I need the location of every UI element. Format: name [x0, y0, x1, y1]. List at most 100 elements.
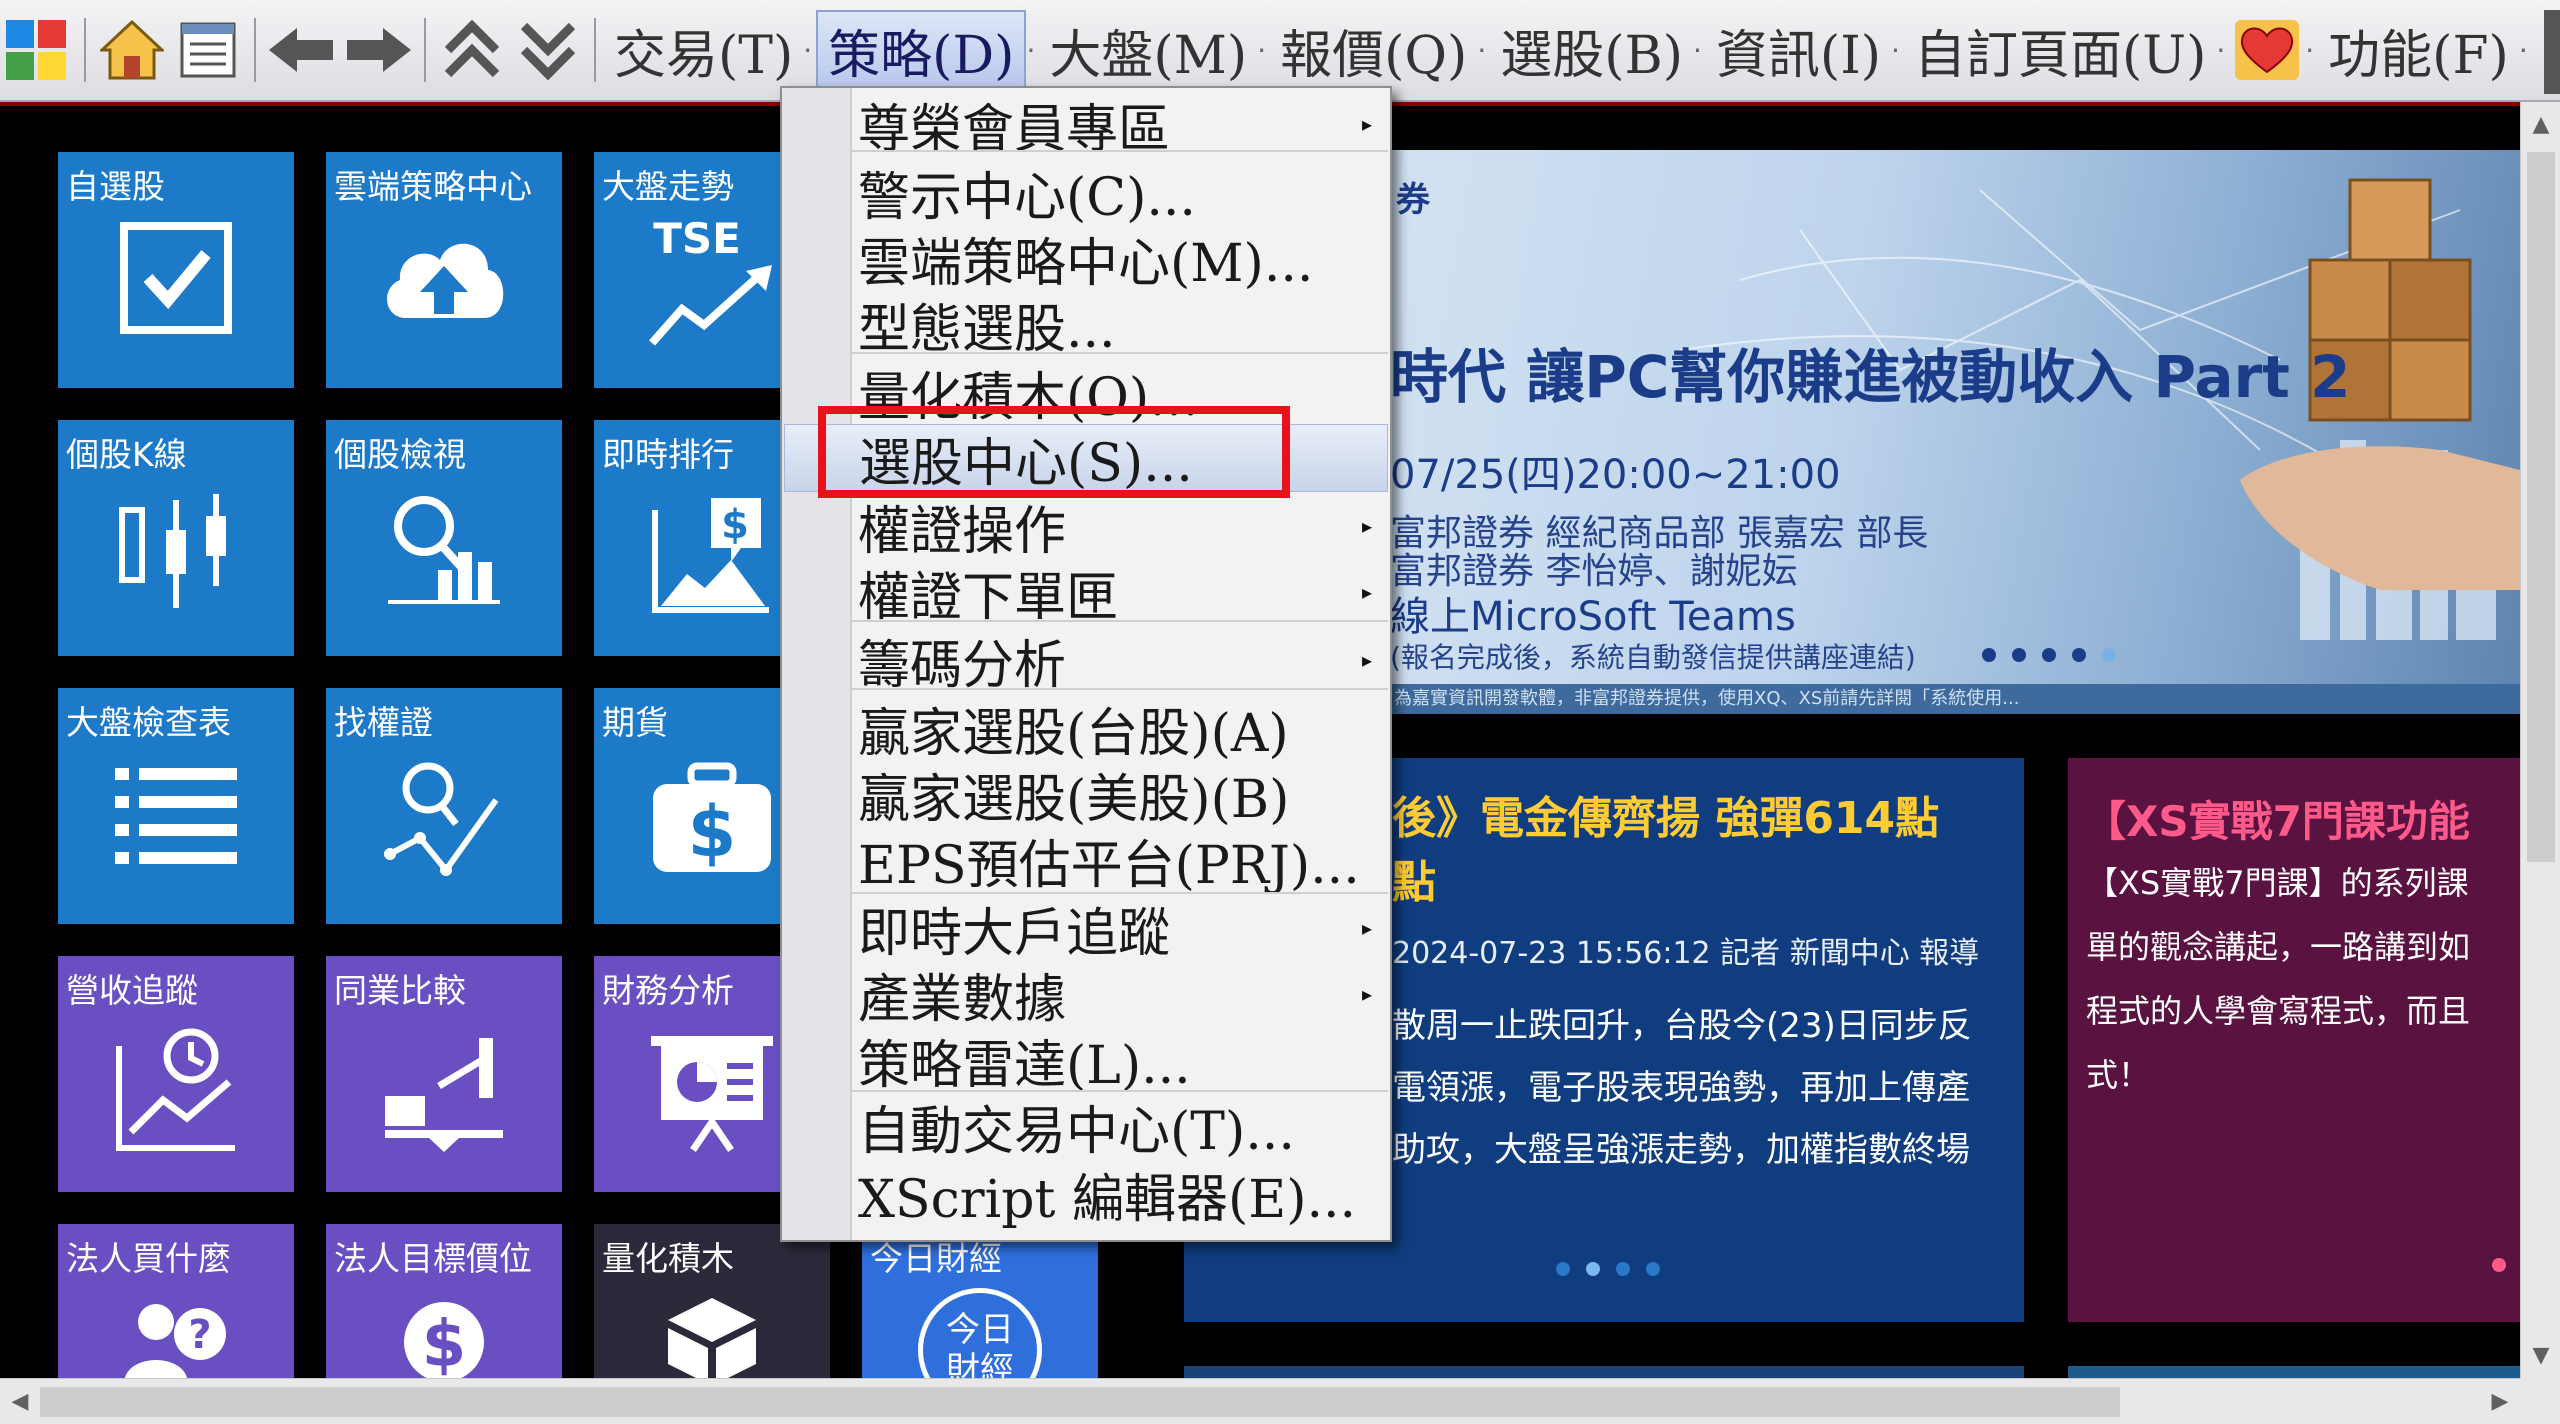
menu-item-11[interactable]: 贏家選股(美股)(B): [852, 760, 1388, 830]
menubar-grip[interactable]: [2544, 10, 2560, 94]
tile-peer-compare[interactable]: 同業比較: [326, 956, 562, 1192]
menu-dot: ·: [1891, 33, 1900, 67]
menu-item-label: 權證操作: [858, 501, 1067, 562]
menu-stock-picking[interactable]: 選股(B): [1490, 10, 1693, 90]
menu-custom-page[interactable]: 自訂頁面(U): [1904, 10, 2216, 90]
course-body-line: 程式的人學會寫程式，而且: [2086, 992, 2471, 1030]
carousel-dot[interactable]: [2012, 648, 2026, 662]
course-body-line: 單的觀念講起，一路講到如: [2086, 928, 2471, 966]
horizontal-scroll-thumb[interactable]: [40, 1387, 2120, 1417]
tile-label: 營收追蹤: [66, 971, 198, 1010]
windows-grid-icon[interactable]: [0, 10, 76, 90]
menu-item-8[interactable]: 權證下單匣 ▸: [852, 558, 1388, 628]
carousel-dot[interactable]: [1556, 1262, 1570, 1276]
banner-title-pc: PC: [1584, 343, 1670, 411]
tile-label: 找權證: [334, 703, 433, 742]
news-headline-line2: 點: [1392, 857, 1436, 908]
menu-item-7[interactable]: 權證操作 ▸: [852, 492, 1388, 562]
menu-item-17[interactable]: XScript 編輯器(E)...: [852, 1160, 1388, 1230]
list-icon: [115, 768, 237, 864]
menu-item-label: 籌碼分析: [858, 635, 1067, 696]
course-body-line: 式！: [2086, 1056, 2151, 1094]
menu-separator: [852, 150, 1388, 152]
horizontal-scrollbar[interactable]: ◀ ▶: [0, 1378, 2520, 1424]
money-bag-icon: $: [653, 762, 771, 873]
carousel-dot[interactable]: [2042, 648, 2056, 662]
scroll-up-icon[interactable]: ▲: [2521, 112, 2560, 137]
menu-item-1[interactable]: 尊榮會員專區 ▸: [852, 90, 1388, 160]
menu-item-9[interactable]: 籌碼分析 ▸: [852, 626, 1388, 696]
tile-find-warrant[interactable]: 找權證: [326, 688, 562, 924]
tile-label: 法人目標價位: [334, 1239, 532, 1278]
carousel-dot[interactable]: [1646, 1262, 1660, 1276]
news-body-line: 散周一止跌回升，台股今(23)日同步反: [1392, 1006, 1972, 1046]
carousel-dot[interactable]: [1616, 1262, 1630, 1276]
carousel-dot[interactable]: [2102, 648, 2116, 662]
menu-quote[interactable]: 報價(Q): [1270, 10, 1477, 90]
tile-revenue-tracking[interactable]: 營收追蹤: [58, 956, 294, 1192]
menu-item-13[interactable]: 即時大戶追蹤 ▸: [852, 894, 1388, 964]
carousel-dot[interactable]: [1586, 1262, 1600, 1276]
menu-item-12[interactable]: EPS預估平台(PRJ)...: [852, 826, 1388, 896]
news-body-line: 電領漲，電子股表現強勢，再加上傳產: [1392, 1068, 1970, 1108]
banner-datetime: 07/25(四)20:00~21:00: [1390, 452, 1841, 498]
vertical-scrollbar[interactable]: ▲ ▼: [2520, 102, 2560, 1378]
carousel-dot[interactable]: [2492, 1258, 2506, 1272]
menu-item-4[interactable]: 型態選股...: [852, 290, 1388, 360]
tile-label: 法人買什麼: [66, 1239, 231, 1278]
home-icon[interactable]: [94, 10, 170, 90]
menu-item-label: XScript 編輯器(E)...: [858, 1169, 1357, 1230]
heart-icon[interactable]: [2229, 10, 2305, 90]
clock-trend-icon: [116, 1028, 235, 1151]
menu-item-label: 贏家選股(台股)(A): [858, 703, 1289, 764]
promo-banner[interactable]: 券 時代 讓PC幫你賺進被動收入 Part 2 07/25(四)20:00~21…: [1380, 150, 2520, 714]
tile-institutional-buy[interactable]: 法人買什麼 ?: [58, 1224, 294, 1384]
list-document-icon[interactable]: [170, 10, 246, 90]
tile-stock-view[interactable]: 個股檢視: [326, 420, 562, 656]
annotation-red-box: [818, 406, 1290, 498]
menu-item-10[interactable]: 贏家選股(台股)(A): [852, 694, 1388, 764]
menu-item-14[interactable]: 產業數據 ▸: [852, 960, 1388, 1030]
next-card-edge: [2068, 1366, 2520, 1378]
scroll-left-icon[interactable]: ◀: [0, 1389, 40, 1414]
tile-target-price[interactable]: 法人目標價位 $: [326, 1224, 562, 1382]
news-carousel-dots[interactable]: [1556, 1262, 1660, 1276]
tile-market-checklist[interactable]: 大盤檢查表: [58, 688, 294, 924]
vertical-scroll-thumb[interactable]: [2527, 152, 2555, 862]
menu-functions[interactable]: 功能(F): [2318, 10, 2519, 90]
carousel-dot[interactable]: [2072, 648, 2086, 662]
double-up-icon[interactable]: [434, 10, 510, 90]
menu-item-15[interactable]: 策略雷達(L)...: [852, 1026, 1388, 1096]
menu-item-16[interactable]: 自動交易中心(T)...: [852, 1092, 1388, 1162]
tile-label: 同業比較: [334, 971, 466, 1010]
menu-market[interactable]: 大盤(M): [1039, 10, 1257, 90]
menu-item-label: 警示中心(C)...: [858, 167, 1196, 228]
menu-trade[interactable]: 交易(T): [604, 10, 803, 90]
tile-kline[interactable]: 個股K線: [58, 420, 294, 656]
cloud-upload-icon: [387, 243, 504, 318]
scroll-right-icon[interactable]: ▶: [2480, 1389, 2520, 1414]
menu-dot: ·: [1257, 33, 1267, 67]
forward-arrow-icon[interactable]: [340, 10, 416, 90]
tile-today-finance[interactable]: 今日財經 今日 財經: [862, 1224, 1098, 1412]
menu-item-3[interactable]: 雲端策略中心(M)...: [852, 224, 1388, 294]
tile-cloud-strategy[interactable]: 雲端策略中心: [326, 152, 562, 388]
course-card[interactable]: 【XS實戰7門課功能 【XS實戰7門課】的系列課 單的觀念講起，一路講到如 程式…: [2068, 758, 2520, 1322]
menu-item-2[interactable]: 警示中心(C)...: [852, 158, 1388, 228]
banner-footer: 為嘉實資訊開發軟體，非富邦證券提供，使用XQ、XS前請先詳閱「系統使用...: [1380, 684, 2520, 714]
carousel-dot[interactable]: [1982, 648, 1996, 662]
tile-quant-blocks[interactable]: 量化積木: [594, 1224, 830, 1384]
checkbox-icon: [120, 222, 232, 334]
tile-watchlist[interactable]: 自選股: [58, 152, 294, 388]
back-arrow-icon[interactable]: [264, 10, 340, 90]
tile-label: 期貨: [602, 703, 668, 742]
cube-icon: [668, 1298, 756, 1384]
menu-info[interactable]: 資訊(I): [1706, 10, 1891, 90]
news-headline: 後》電金傳齊揚 強彈614點: [1392, 793, 1940, 844]
tse-text: TSE: [653, 214, 741, 263]
search-trend-icon: [384, 762, 499, 876]
double-down-icon[interactable]: [510, 10, 586, 90]
menu-strategy[interactable]: 策略(D): [816, 10, 1027, 90]
banner-carousel-dots[interactable]: [1982, 648, 2116, 662]
scroll-down-icon[interactable]: ▼: [2521, 1343, 2560, 1368]
